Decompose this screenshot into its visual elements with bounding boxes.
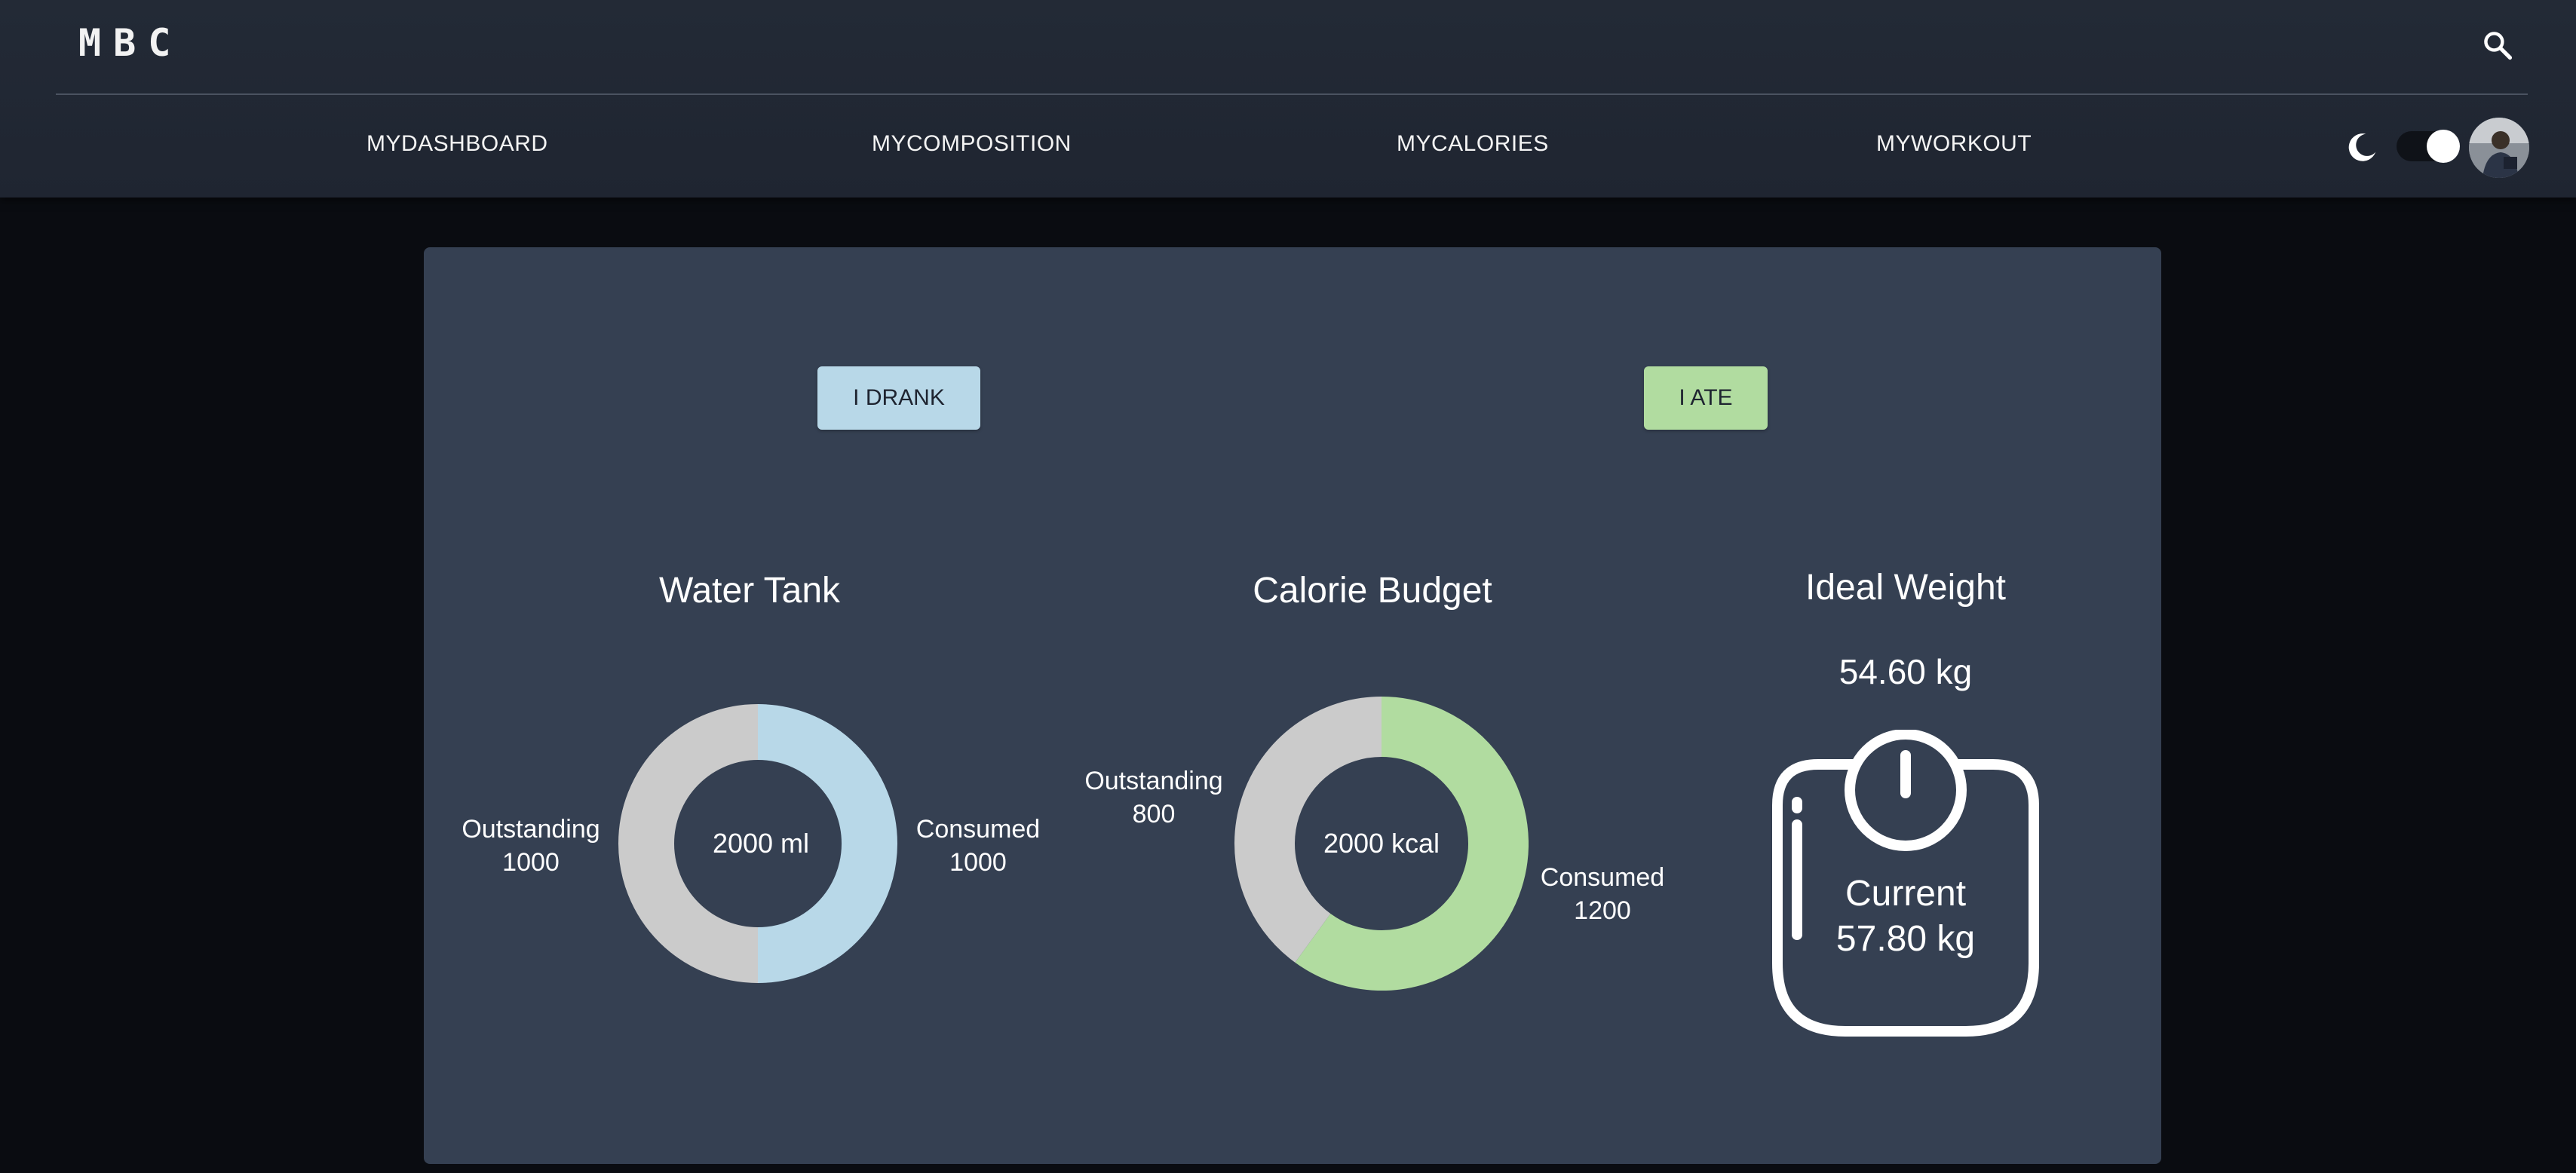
toggle-knob: [2427, 130, 2460, 163]
dark-mode-toggle[interactable]: [2397, 130, 2460, 163]
water-outstanding-value: 1000: [502, 848, 560, 877]
water-center-value: 2000 ml: [712, 828, 810, 859]
calorie-consumed-value: 1200: [1574, 896, 1631, 925]
nav-mydashboard[interactable]: MYDASHBOARD: [366, 131, 548, 157]
current-weight: Current 57.80 kg: [1836, 871, 1975, 962]
calorie-outstanding-text: Outstanding: [1084, 767, 1223, 795]
ideal-weight-title: Ideal Weight: [1805, 568, 2006, 608]
avatar-image: [2469, 118, 2529, 178]
ideal-weight-value: 54.60 kg: [1838, 652, 1973, 691]
dashboard-panel: I DRANK I ATE Water Tank 2000 ml Outstan…: [424, 247, 2161, 1164]
water-consumed-value: 1000: [949, 848, 1007, 877]
app-logo[interactable]: MBC: [78, 21, 182, 65]
water-consumed-label: Consumed 1000: [916, 813, 1040, 879]
water-outstanding-label: Outstanding 1000: [462, 813, 600, 879]
calorie-consumed-label: Consumed 1200: [1541, 861, 1664, 927]
nav-myworkout[interactable]: MYWORKOUT: [1876, 131, 2032, 157]
avatar[interactable]: [2469, 118, 2529, 178]
calorie-budget-title: Calorie Budget: [1253, 571, 1492, 611]
calorie-center-value: 2000 kcal: [1323, 828, 1440, 859]
water-outstanding-text: Outstanding: [462, 815, 600, 844]
calorie-outstanding-value: 800: [1132, 800, 1176, 828]
nav-mycomposition[interactable]: MYCOMPOSITION: [872, 131, 1072, 157]
search-icon[interactable]: [2481, 29, 2514, 62]
water-consumed-text: Consumed: [915, 815, 1041, 844]
i-drank-button[interactable]: I DRANK: [817, 366, 980, 430]
water-tank-title: Water Tank: [658, 571, 841, 611]
calorie-outstanding-label: Outstanding 800: [1084, 764, 1222, 831]
calorie-consumed-text: Consumed: [1540, 863, 1665, 892]
current-weight-value: 57.80 kg: [1835, 919, 1976, 959]
nav-mycalories[interactable]: MYCALORIES: [1397, 131, 1549, 157]
i-ate-button[interactable]: I ATE: [1644, 366, 1768, 430]
moon-icon: [2348, 133, 2376, 161]
current-weight-label: Current: [1845, 874, 1967, 914]
top-header: MBC MYDASHBOARD MYCOMPOSITION MYCALORIES…: [0, 0, 2576, 198]
header-divider: [56, 93, 2528, 95]
